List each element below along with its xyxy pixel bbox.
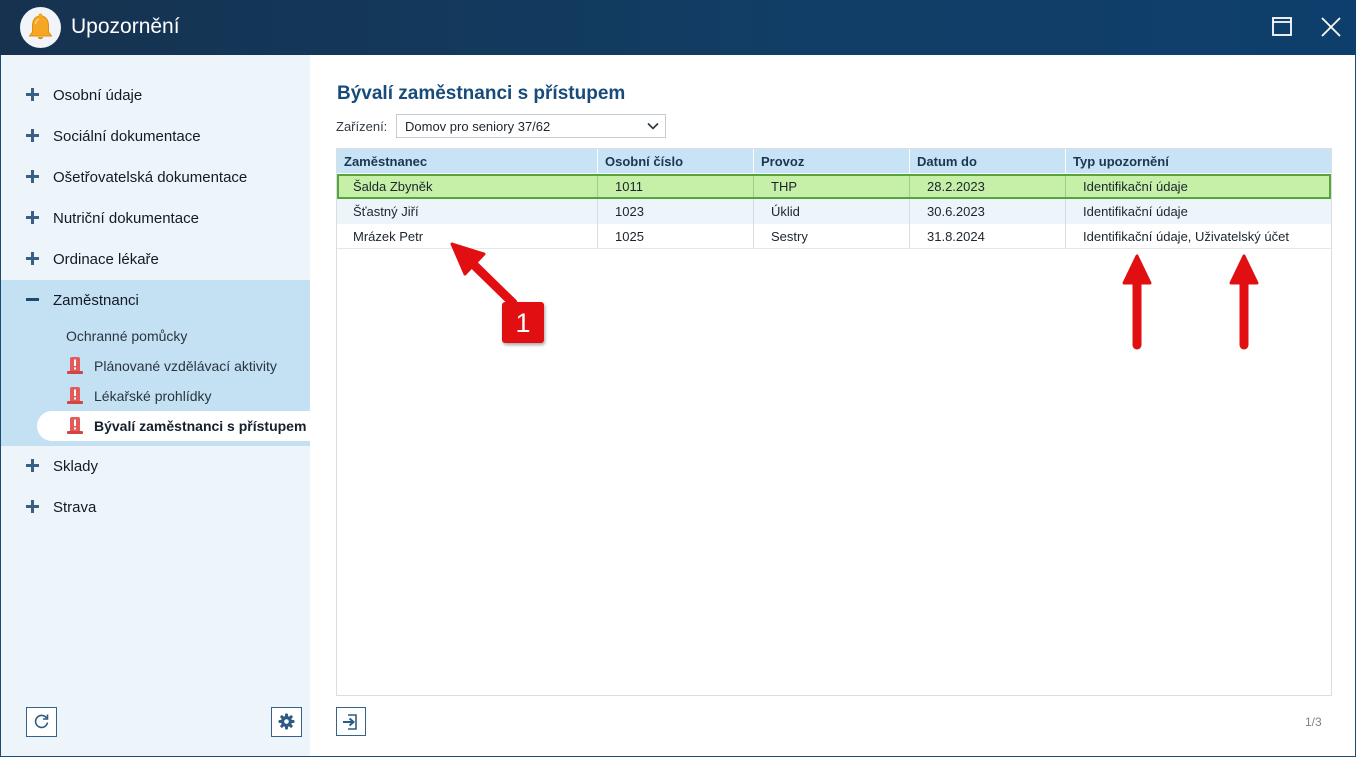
sidebar-group-zamestnanci[interactable]: Zaměstnanci <box>1 280 310 321</box>
table-row[interactable]: Šťastný Jiří 1023 Úklid 30.6.2023 Identi… <box>337 199 1331 224</box>
close-icon[interactable] <box>1318 14 1344 40</box>
column-header-datum-do[interactable]: Datum do <box>909 149 1065 173</box>
sidebar-group-osetrovatelska-dokumentace[interactable]: Ošetřovatelská dokumentace <box>1 157 310 198</box>
annotation-badge: 1 <box>502 302 544 343</box>
column-header-provoz[interactable]: Provoz <box>753 149 909 173</box>
sidebar-item-label: Bývalí zaměstnanci s přístupem <box>94 418 307 434</box>
sidebar-item-label: Plánované vzdělávací aktivity <box>94 358 277 374</box>
sidebar: Osobní údaje Sociální dokumentace Ošetřo… <box>1 55 310 756</box>
sidebar-item-label: Lékařské prohlídky <box>94 388 212 404</box>
sidebar-group-socialni-dokumentace[interactable]: Sociální dokumentace <box>1 116 310 157</box>
sidebar-item-label: Ochranné pomůcky <box>66 328 188 344</box>
cell-zamestnanec: Šalda Zbyněk <box>353 179 433 194</box>
cell-datum-do: 30.6.2023 <box>909 199 1065 224</box>
sidebar-item-ochranne-pomucky[interactable]: Ochranné pomůcky <box>37 321 310 351</box>
window-title: Upozornění <box>71 15 180 38</box>
employees-table: Zaměstnanec Osobní číslo Provoz Datum do… <box>336 148 1332 696</box>
alert-icon <box>67 357 83 374</box>
cell-zamestnanec: Šťastný Jiří <box>353 204 419 219</box>
plus-icon <box>26 252 39 265</box>
minus-icon <box>26 298 39 301</box>
sidebar-group-osobni-udaje[interactable]: Osobní údaje <box>1 75 310 116</box>
sidebar-group-label: Sociální dokumentace <box>53 128 201 145</box>
table-row[interactable]: Mrázek Petr 1025 Sestry 31.8.2024 Identi… <box>337 224 1331 249</box>
sidebar-group-strava[interactable]: Strava <box>1 487 310 528</box>
cell-typ-upozorneni: Identifikační údaje <box>1065 199 1331 224</box>
plus-icon <box>26 129 39 142</box>
sidebar-item-planovane-vzdelavaci-aktivity[interactable]: Plánované vzdělávací aktivity <box>37 351 310 381</box>
cell-osobni-cislo: 1025 <box>597 224 753 248</box>
sidebar-group-label: Osobní údaje <box>53 87 143 104</box>
plus-icon <box>26 211 39 224</box>
gear-icon <box>278 713 295 730</box>
sidebar-group-nutricni-dokumentace[interactable]: Nutriční dokumentace <box>1 198 310 239</box>
sidebar-group-label: Sklady <box>53 458 99 475</box>
facility-select-value: Domov pro seniory 37/62 <box>405 119 551 134</box>
table-row[interactable]: Šalda Zbyněk 1011 THP 28.2.2023 Identifi… <box>337 174 1331 199</box>
export-icon <box>343 714 357 730</box>
sidebar-group-label: Ordinace lékaře <box>53 251 159 268</box>
page-counter: 1/3 <box>1305 715 1322 729</box>
settings-button[interactable] <box>271 707 302 737</box>
alert-icon <box>67 417 83 434</box>
sidebar-group-ordinace-lekare[interactable]: Ordinace lékaře <box>1 239 310 280</box>
cell-zamestnanec: Mrázek Petr <box>353 229 424 244</box>
facility-select[interactable]: Domov pro seniory 37/62 <box>396 114 666 138</box>
cell-provoz: THP <box>753 176 909 197</box>
sidebar-group-label: Zaměstnanci <box>53 292 139 309</box>
cell-typ-upozorneni: Identifikační údaje, Uživatelský účet <box>1065 224 1331 248</box>
plus-icon <box>26 88 39 101</box>
alert-icon <box>67 387 83 404</box>
refresh-icon <box>34 714 49 729</box>
plus-icon <box>26 170 39 183</box>
cell-provoz: Úklid <box>753 199 909 224</box>
plus-icon <box>26 459 39 472</box>
cell-provoz: Sestry <box>753 224 909 248</box>
bell-icon <box>20 7 61 48</box>
refresh-button[interactable] <box>26 707 57 737</box>
cell-osobni-cislo: 1023 <box>597 199 753 224</box>
main-panel: Bývalí zaměstnanci s přístupem Zařízení:… <box>310 55 1355 756</box>
cell-datum-do: 28.2.2023 <box>909 176 1065 197</box>
column-header-osobni-cislo[interactable]: Osobní číslo <box>597 149 753 173</box>
sidebar-group-label: Ošetřovatelská dokumentace <box>53 169 248 186</box>
chevron-down-icon <box>647 122 659 130</box>
sidebar-group-label: Strava <box>53 499 97 516</box>
sidebar-group-sklady[interactable]: Sklady <box>1 446 310 487</box>
page-title: Bývalí zaměstnanci s přístupem <box>337 83 626 104</box>
column-header-zamestnanec[interactable]: Zaměstnanec <box>344 149 597 173</box>
export-button[interactable] <box>336 707 366 736</box>
column-header-typ-upozorneni[interactable]: Typ upozornění <box>1065 149 1331 173</box>
sidebar-item-byvali-zamestnanci[interactable]: Bývalí zaměstnanci s přístupem <box>37 411 310 441</box>
cell-typ-upozorneni: Identifikační údaje <box>1065 176 1329 197</box>
table-header: Zaměstnanec Osobní číslo Provoz Datum do… <box>337 149 1331 173</box>
sidebar-item-lekarske-prohlidky[interactable]: Lékařské prohlídky <box>37 381 310 411</box>
cell-osobni-cislo: 1011 <box>597 176 753 197</box>
sidebar-group-label: Nutriční dokumentace <box>53 210 199 227</box>
cell-datum-do: 31.8.2024 <box>909 224 1065 248</box>
plus-icon <box>26 500 39 513</box>
title-bar: Upozornění <box>0 0 1356 55</box>
facility-label: Zařízení: <box>336 119 388 134</box>
maximize-icon[interactable] <box>1269 14 1295 40</box>
